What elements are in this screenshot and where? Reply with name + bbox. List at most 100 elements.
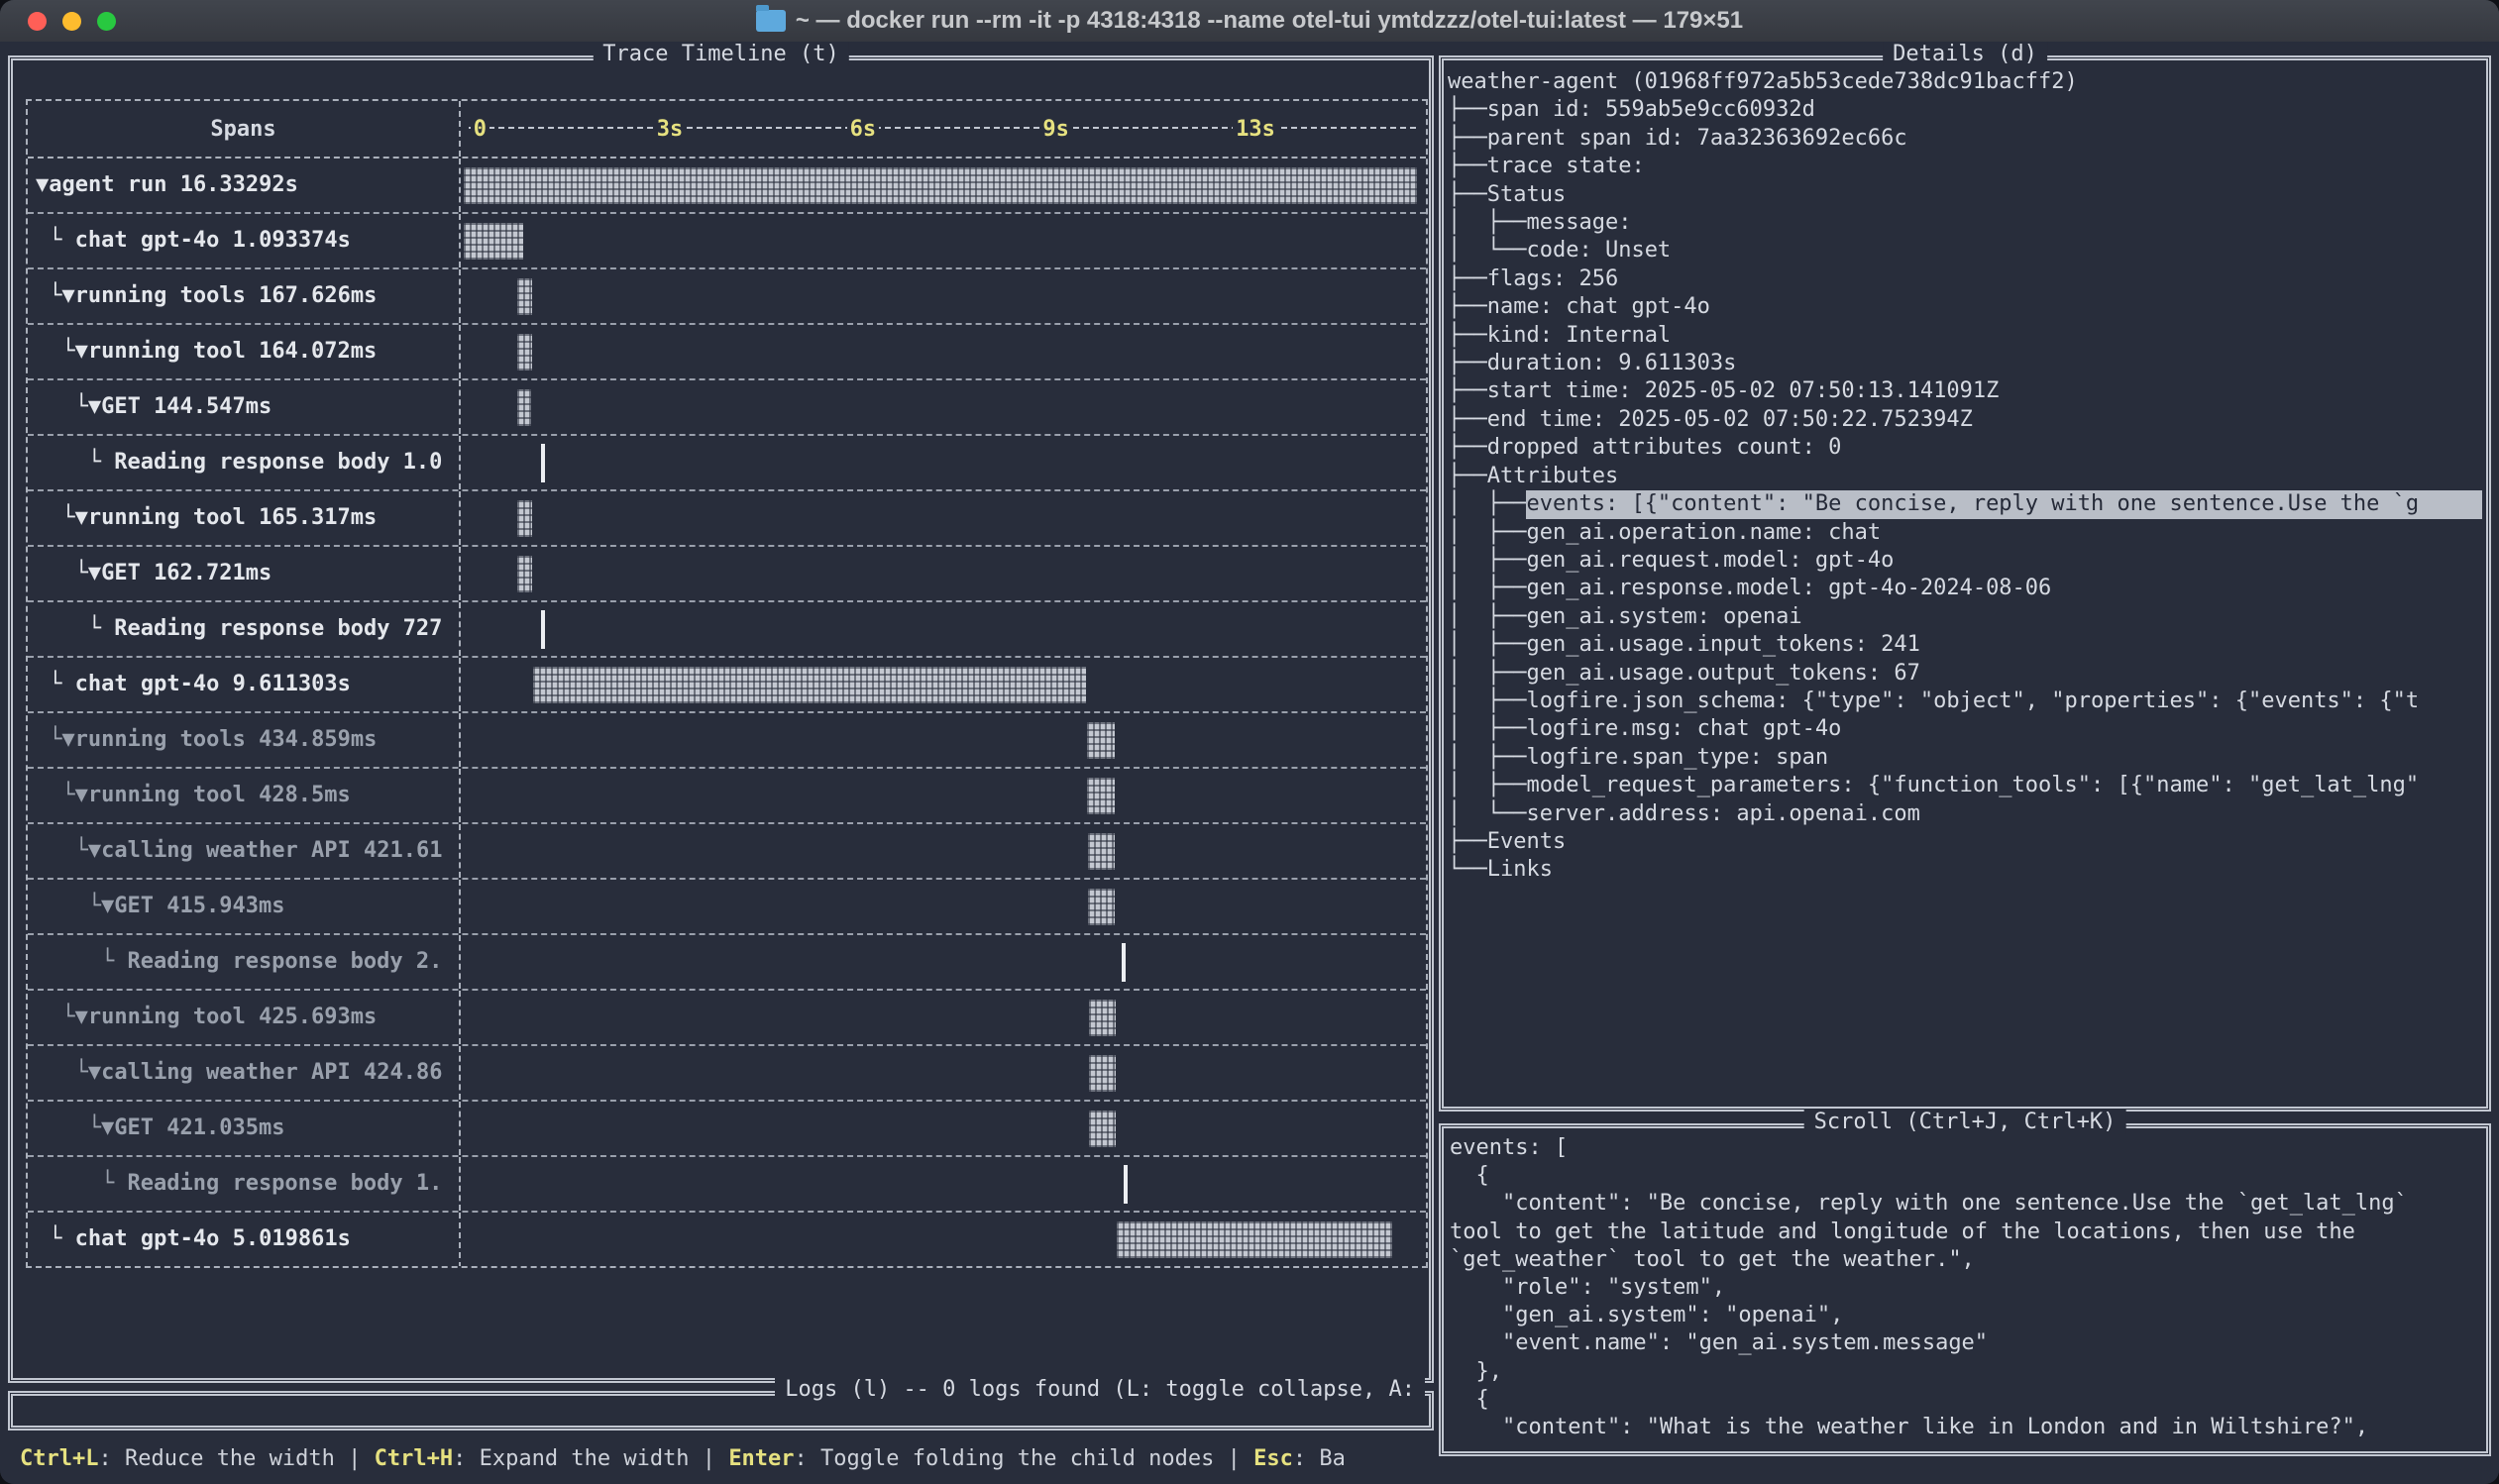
tree-value: gen_ai.request.model: gpt-4o	[1526, 547, 1894, 575]
tree-line[interactable]: ├──kind: Internal	[1448, 322, 2482, 350]
scroll-line: {	[1450, 1162, 2482, 1190]
status-key: Ctrl+H	[375, 1446, 453, 1471]
status-separator: |	[690, 1446, 729, 1471]
tree-line[interactable]: ├──span id: 559ab5e9cc60932d	[1448, 96, 2482, 124]
details-panel-title: Details (d)	[1883, 42, 2047, 66]
tree-line[interactable]: ├──dropped attributes count: 0	[1448, 434, 2482, 462]
timeline-bar	[1088, 833, 1115, 870]
spans-table: Spans 03s6s9s13s ▼agent run 16.33292s└ c…	[26, 99, 1428, 1268]
span-row[interactable]: └ Reading response body 2.	[28, 935, 1426, 991]
tree-line[interactable]: ├──flags: 256	[1448, 265, 2482, 293]
tree-value-selected: events: [{"content": "Be concise, reply …	[1526, 490, 2482, 518]
span-timeline-cell	[461, 769, 1426, 822]
span-label-cell: └▼running tool 165.317ms	[28, 491, 461, 545]
tree-line[interactable]: │ ├──gen_ai.request.model: gpt-4o	[1448, 547, 2482, 575]
tree-line[interactable]: │ ├──logfire.msg: chat gpt-4o	[1448, 715, 2482, 743]
span-row[interactable]: └▼GET 415.943ms	[28, 880, 1426, 935]
span-row[interactable]: └▼running tool 165.317ms	[28, 491, 1426, 547]
tree-line[interactable]: │ ├──gen_ai.usage.input_tokens: 241	[1448, 631, 2482, 659]
tree-branch-icon: ├──	[1448, 434, 1487, 462]
scroll-line: events: [	[1450, 1134, 2482, 1162]
tree-value: Links	[1487, 856, 1553, 884]
minimize-button[interactable]	[62, 12, 81, 31]
tree-line[interactable]: │ ├──logfire.json_schema: {"type": "obje…	[1448, 688, 2482, 715]
tree-branch-icon: │ ├──	[1448, 603, 1526, 631]
tree-branch-icon: ├──	[1448, 322, 1487, 350]
timeline-bar	[1087, 778, 1115, 814]
span-row[interactable]: └ chat gpt-4o 1.093374s	[28, 214, 1426, 269]
scroll-line: },	[1450, 1358, 2482, 1386]
tree-line[interactable]: ├──name: chat gpt-4o	[1448, 293, 2482, 321]
tree-line[interactable]: ├──parent span id: 7aa32363692ec66c	[1448, 125, 2482, 153]
tree-line[interactable]: ├──end time: 2025-05-02 07:50:22.752394Z	[1448, 406, 2482, 434]
scroll-content[interactable]: events: [ { "content": "Be concise, repl…	[1450, 1134, 2482, 1447]
span-label: └▼running tool 164.072ms	[28, 325, 459, 378]
tree-line[interactable]: │ └──code: Unset	[1448, 237, 2482, 265]
close-button[interactable]	[28, 12, 47, 31]
tree-line[interactable]: ├──trace state:	[1448, 153, 2482, 180]
timeline-bar	[1087, 722, 1115, 759]
span-row[interactable]: └▼running tools 167.626ms	[28, 269, 1426, 325]
span-row[interactable]: └▼running tools 434.859ms	[28, 713, 1426, 769]
tree-line[interactable]: │ ├──events: [{"content": "Be concise, r…	[1448, 490, 2482, 518]
span-label: ▼agent run 16.33292s	[28, 159, 459, 212]
span-row[interactable]: └▼GET 144.547ms	[28, 380, 1426, 436]
status-separator: |	[335, 1446, 375, 1471]
tree-line[interactable]: │ ├──gen_ai.system: openai	[1448, 603, 2482, 631]
span-row[interactable]: └▼GET 162.721ms	[28, 547, 1426, 602]
span-row[interactable]: └ chat gpt-4o 5.019861s	[28, 1213, 1426, 1268]
zoom-button[interactable]	[97, 12, 116, 31]
tree-line[interactable]: weather-agent (01968ff972a5b53cede738dc9…	[1448, 68, 2482, 96]
span-row[interactable]: └ Reading response body 727	[28, 602, 1426, 658]
span-row[interactable]: └▼GET 421.035ms	[28, 1102, 1426, 1157]
span-row[interactable]: └▼calling weather API 421.61	[28, 824, 1426, 880]
tree-branch-icon: │ ├──	[1448, 744, 1526, 772]
tree-line[interactable]: └──Links	[1448, 856, 2482, 884]
span-row[interactable]: └▼running tool 428.5ms	[28, 769, 1426, 824]
tree-branch-icon: ├──	[1448, 828, 1487, 856]
span-label-cell: └▼running tool 428.5ms	[28, 769, 461, 822]
tree-line[interactable]: │ ├──gen_ai.response.model: gpt-4o-2024-…	[1448, 575, 2482, 602]
window-title: ~ — docker run --rm -it -p 4318:4318 --n…	[796, 7, 1743, 35]
tree-line[interactable]: ├──Status	[1448, 181, 2482, 209]
tree-line[interactable]: │ ├──model_request_parameters: {"functio…	[1448, 772, 2482, 799]
details-panel: Details (d) weather-agent (01968ff972a5b…	[1439, 55, 2491, 1112]
tree-line[interactable]: │ ├──gen_ai.operation.name: chat	[1448, 519, 2482, 547]
span-row[interactable]: └ Reading response body 1.	[28, 1157, 1426, 1213]
timeline-cursor-line	[541, 444, 545, 482]
timeline-bar	[464, 167, 1417, 204]
span-row[interactable]: └▼calling weather API 424.86	[28, 1046, 1426, 1102]
tree-line[interactable]: ├──Events	[1448, 828, 2482, 856]
tree-value: flags: 256	[1487, 265, 1618, 293]
tree-line[interactable]: ├──duration: 9.611303s	[1448, 350, 2482, 377]
span-timeline-cell	[461, 1213, 1426, 1268]
span-row[interactable]: └ chat gpt-4o 9.611303s	[28, 658, 1426, 713]
trace-timeline-panel-title: Trace Timeline (t)	[593, 42, 848, 66]
tree-value: logfire.msg: chat gpt-4o	[1526, 715, 1841, 743]
span-row[interactable]: └ Reading response body 1.0	[28, 436, 1426, 491]
span-label-cell: └▼GET 162.721ms	[28, 547, 461, 600]
tree-value: kind: Internal	[1487, 322, 1671, 350]
span-row[interactable]: ▼agent run 16.33292s	[28, 159, 1426, 214]
tree-line[interactable]: │ ├──gen_ai.usage.output_tokens: 67	[1448, 660, 2482, 688]
tree-branch-icon: │ ├──	[1448, 575, 1526, 602]
tree-value: message:	[1526, 209, 1631, 237]
tree-line[interactable]: ├──Attributes	[1448, 463, 2482, 490]
axis-tick-label: 0	[471, 115, 489, 145]
scroll-line: "event.name": "gen_ai.system.message"	[1450, 1329, 2482, 1357]
logs-panel[interactable]: Logs (l) -- 0 logs found (L: toggle coll…	[8, 1391, 1434, 1431]
tree-value: server.address: api.openai.com	[1526, 800, 1919, 828]
tree-line[interactable]: ├──start time: 2025-05-02 07:50:13.14109…	[1448, 377, 2482, 405]
timeline-cursor-line	[541, 610, 545, 649]
span-label: └ chat gpt-4o 1.093374s	[28, 214, 459, 267]
tree-branch-icon: ├──	[1448, 406, 1487, 434]
span-label-cell: └▼running tool 425.693ms	[28, 991, 461, 1044]
span-row[interactable]: └▼running tool 425.693ms	[28, 991, 1426, 1046]
span-row[interactable]: └▼running tool 164.072ms	[28, 325, 1426, 380]
tree-line[interactable]: │ ├──logfire.span_type: span	[1448, 744, 2482, 772]
tree-branch-icon: │ └──	[1448, 800, 1526, 828]
details-tree[interactable]: weather-agent (01968ff972a5b53cede738dc9…	[1448, 68, 2482, 1103]
tree-line[interactable]: │ └──server.address: api.openai.com	[1448, 800, 2482, 828]
span-timeline-cell	[461, 1157, 1426, 1211]
tree-line[interactable]: │ ├──message:	[1448, 209, 2482, 237]
